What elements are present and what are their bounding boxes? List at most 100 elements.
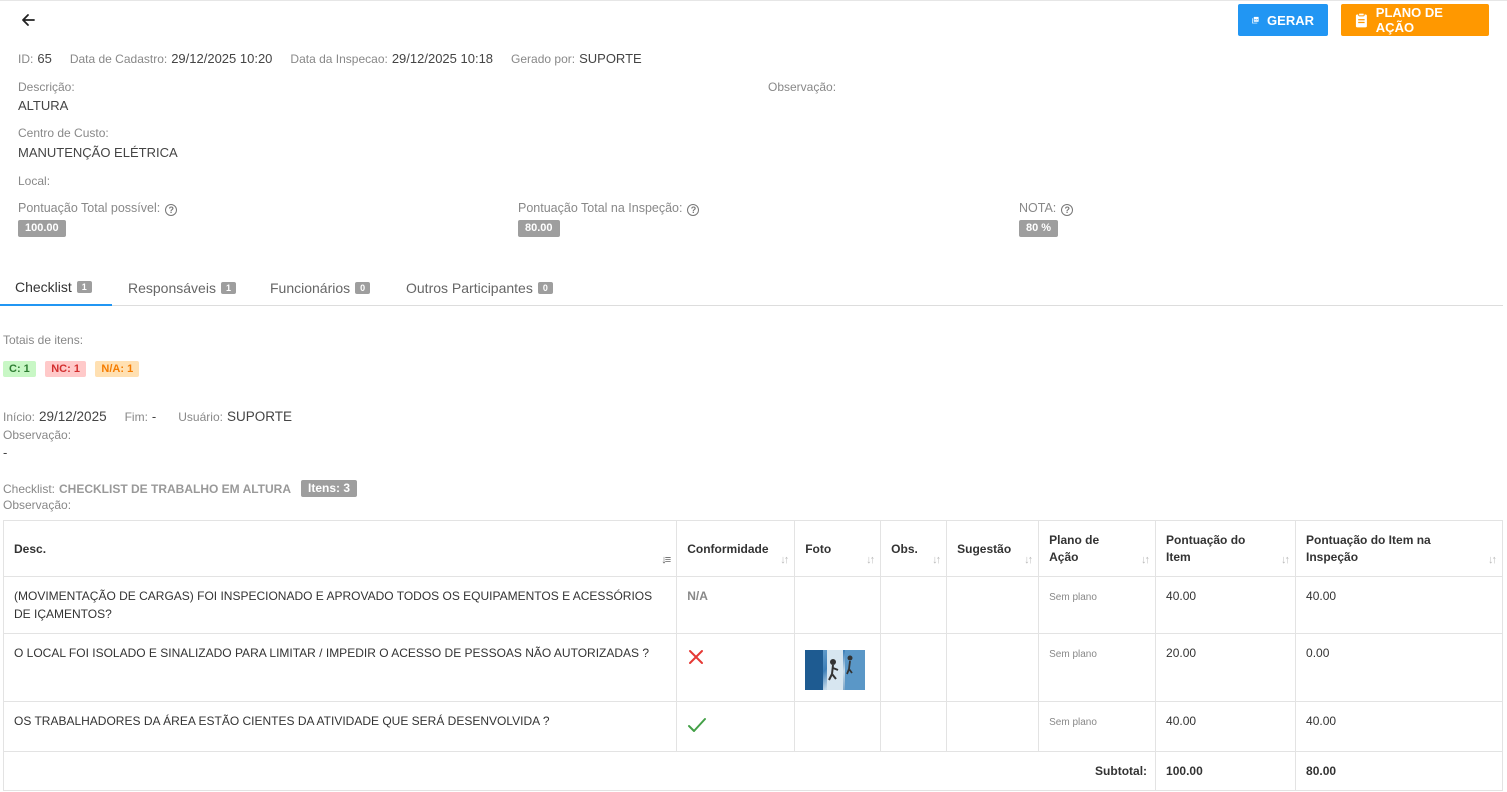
- sugestao-cell: [946, 633, 1040, 702]
- sort-icon[interactable]: ↓↑: [866, 554, 875, 566]
- checklist-meta-row: Início: 29/12/2025 Fim: - Usuário: SUPOR…: [3, 409, 292, 424]
- inicio-value: 29/12/2025: [39, 409, 107, 424]
- usuario-value: SUPORTE: [226, 409, 292, 424]
- pont-insp-value: 80.00: [518, 220, 560, 237]
- col-desc[interactable]: Desc. ↓≡: [2, 520, 678, 577]
- plano-value: Sem plano: [1049, 717, 1097, 728]
- col-desc-label: Desc.: [14, 541, 47, 556]
- col-conformidade[interactable]: Conformidade ↓↑: [676, 520, 796, 577]
- col-sugestao-label: Sugestão: [957, 541, 1012, 556]
- subtotal-item: 100.00: [1155, 751, 1297, 791]
- pdf-icon: PDF: [1252, 16, 1259, 24]
- tab-outros-count: 0: [537, 282, 553, 294]
- pont-insp-value: 40.00: [1295, 701, 1503, 752]
- tab-responsaveis[interactable]: Responsáveis 1: [128, 270, 236, 306]
- foto-cell: [794, 701, 882, 752]
- sugestao-cell: [946, 701, 1040, 752]
- sort-icon[interactable]: ↓↑: [1024, 554, 1033, 566]
- cadastro-value: 29/12/2025 10:20: [171, 51, 273, 66]
- id-value: 65: [37, 51, 52, 66]
- conformidade-na: N/A: [687, 589, 708, 603]
- tag-nao-conforme: NC: 1: [45, 361, 86, 377]
- pont-item-value: 40.00: [1155, 701, 1297, 752]
- sort-icon[interactable]: ↓↑: [780, 554, 789, 566]
- row-desc: (MOVIMENTAÇÃO DE CARGAS) FOI INSPECIONAD…: [2, 576, 678, 634]
- generate-pdf-button[interactable]: PDF GERAR: [1238, 4, 1328, 36]
- col-obs[interactable]: Obs. ↓↑: [880, 520, 948, 577]
- sort-icon[interactable]: ↓↑: [1488, 554, 1497, 566]
- gerado-label: Gerado por:: [511, 52, 576, 66]
- tab-funcionarios-label: Funcionários: [270, 280, 351, 296]
- subtotal-insp: 80.00: [1295, 751, 1503, 791]
- itens-badge: Itens: 3: [301, 480, 358, 497]
- fim-value: -: [151, 409, 157, 424]
- back-button[interactable]: [14, 8, 42, 32]
- help-icon[interactable]: ?: [1061, 204, 1074, 216]
- tag-conforme: C: 1: [3, 361, 36, 377]
- tab-funcionarios[interactable]: Funcionários 0: [270, 270, 371, 306]
- col-pont-insp[interactable]: Pontuação do Item na Inspeção ↓↑: [1295, 520, 1503, 577]
- inspecao-label: Data da Inspecao:: [290, 52, 388, 66]
- fim-label: Fim:: [124, 410, 148, 424]
- cadastro-label: Data de Cadastro:: [69, 52, 168, 66]
- tab-responsaveis-count: 1: [220, 282, 236, 294]
- pont-total-block: Pontuação Total possível:? 100.00: [18, 201, 178, 237]
- check-icon: [688, 718, 707, 732]
- top-divider: [0, 0, 1507, 1]
- clipboard-icon: [1355, 12, 1367, 28]
- row-desc: O LOCAL FOI ISOLADO E SINALIZADO PARA LI…: [2, 633, 678, 702]
- checklist-table: Desc. ↓≡ Conformidade ↓↑ Foto ↓↑ Obs. ↓↑ Sug…: [2, 520, 1503, 791]
- inspecao-value: 29/12/2025 10:18: [391, 51, 494, 66]
- centro-label: Centro de Custo:: [18, 126, 109, 140]
- col-conformidade-label: Conformidade: [687, 541, 769, 556]
- plano-value: Sem plano: [1049, 592, 1097, 603]
- tab-outros[interactable]: Outros Participantes 0: [406, 270, 553, 306]
- help-icon[interactable]: ?: [165, 204, 178, 216]
- col-pont-insp-label: Pontuação do Item na Inspeção: [1306, 532, 1431, 564]
- col-sugestao[interactable]: Sugestão ↓↑: [946, 520, 1040, 577]
- table-row: O LOCAL FOI ISOLADO E SINALIZADO PARA LI…: [2, 633, 1503, 702]
- descricao-label: Descrição:: [18, 80, 75, 94]
- sort-icon[interactable]: ↓↑: [932, 554, 941, 566]
- nota-label: NOTA:: [1019, 201, 1057, 215]
- pont-insp-label: Pontuação Total na Inspeção:: [518, 201, 683, 215]
- checklist-name-label: Checklist:: [3, 481, 56, 496]
- usuario-label: Usuário:: [178, 410, 223, 424]
- pont-insp-value: 40.00: [1295, 576, 1503, 634]
- descricao-value: ALTURA: [18, 98, 69, 113]
- checklist-observacao-label: Observação:: [3, 428, 72, 442]
- obs-cell: [880, 633, 948, 702]
- tab-checklist-label: Checklist: [15, 279, 72, 295]
- sort-icon[interactable]: ↓↑: [1281, 554, 1290, 566]
- arrow-left-icon: [22, 14, 35, 26]
- help-icon[interactable]: ?: [687, 204, 700, 216]
- tab-outros-label: Outros Participantes: [406, 280, 533, 296]
- tab-checklist[interactable]: Checklist 1: [0, 270, 112, 306]
- generate-pdf-label: GERAR: [1267, 12, 1314, 28]
- tab-checklist-count: 1: [76, 281, 92, 293]
- table-header-row: Desc. ↓≡ Conformidade ↓↑ Foto ↓↑ Obs. ↓↑ Sug…: [2, 520, 1503, 577]
- subtotal-label: Subtotal:: [2, 751, 1157, 791]
- table-row: (MOVIMENTAÇÃO DE CARGAS) FOI INSPECIONAD…: [2, 576, 1503, 634]
- col-pont-item-label: Pontuação do Item: [1166, 532, 1246, 564]
- pont-total-value: 100.00: [18, 220, 66, 237]
- sort-icon[interactable]: ↓↑: [1141, 554, 1150, 566]
- col-pont-item[interactable]: Pontuação do Item ↓↑: [1155, 520, 1297, 577]
- pont-insp-block: Pontuação Total na Inspeção:? 80.00: [518, 201, 700, 237]
- col-obs-label: Obs.: [891, 541, 918, 556]
- col-plano-label: Plano de Ação: [1049, 532, 1100, 564]
- subtotal-row: Subtotal: 100.00 80.00: [2, 751, 1503, 791]
- photo-thumbnail[interactable]: [805, 650, 866, 690]
- observacao-label: Observação:: [768, 80, 837, 94]
- checklist-observacao-value: -: [3, 445, 8, 460]
- sort-icon[interactable]: ↓≡: [661, 554, 671, 566]
- centro-value: MANUTENÇÃO ELÉTRICA: [18, 145, 178, 160]
- col-plano[interactable]: Plano de Ação ↓↑: [1038, 520, 1157, 577]
- action-plan-button[interactable]: PLANO DE AÇÃO: [1341, 4, 1489, 36]
- checklist-name-value: CHECKLIST DE TRABALHO EM ALTURA: [59, 481, 291, 496]
- checklist-name-row: Checklist: CHECKLIST DE TRABALHO EM ALTU…: [3, 480, 358, 497]
- totais-tags: C: 1 NC: 1 N/A: 1: [3, 359, 144, 377]
- pont-insp-value: 0.00: [1295, 633, 1503, 702]
- pont-item-value: 20.00: [1155, 633, 1297, 702]
- col-foto[interactable]: Foto ↓↑: [794, 520, 882, 577]
